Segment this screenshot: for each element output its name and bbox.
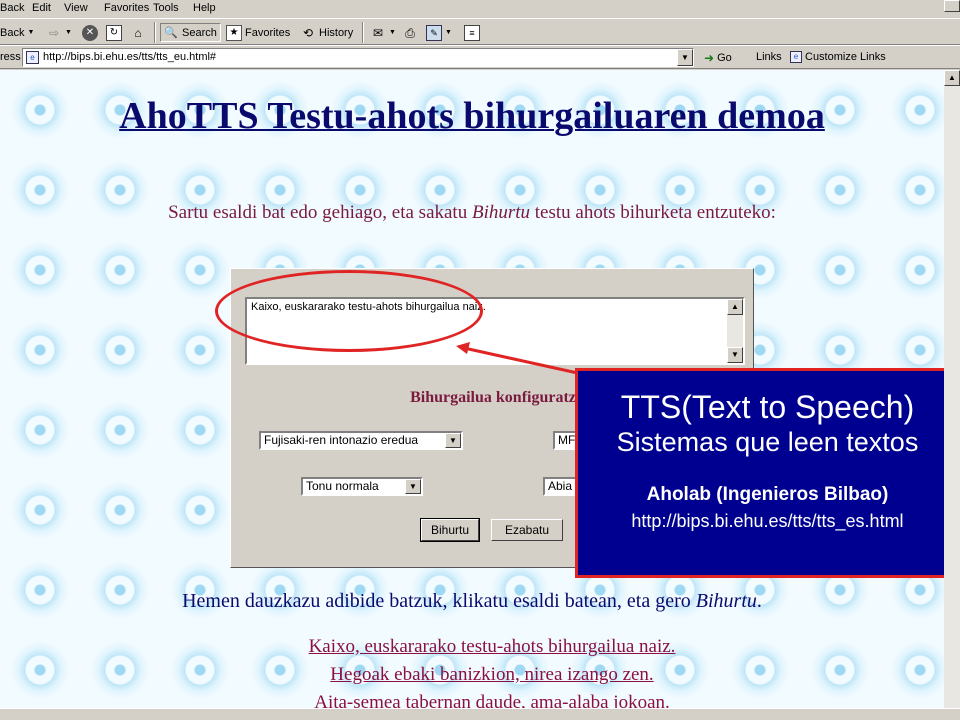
edit-page-icon: ✎: [426, 24, 442, 41]
examples-intro: Hemen dauzkazu adibide batzuk, klikatu e…: [0, 590, 944, 613]
status-bar: [0, 708, 960, 720]
search-label: Search: [182, 26, 217, 39]
back-label: Back: [0, 26, 25, 39]
discuss-button[interactable]: ≡: [464, 23, 480, 42]
back-button[interactable]: Back ▼: [0, 23, 34, 42]
history-button[interactable]: ⟲ History: [300, 23, 353, 42]
voice-select-value: MF: [558, 433, 576, 447]
examples-intro-emphasis: Bihurtu: [695, 590, 757, 612]
chevron-down-icon: ▼: [445, 29, 452, 36]
history-label: History: [319, 26, 354, 39]
examples-intro-post: .: [756, 590, 762, 612]
tone-select-value: Tonu normala: [306, 479, 379, 493]
link-page-icon: e: [790, 51, 802, 63]
discuss-icon: ≡: [464, 24, 480, 41]
toolbar-divider: [154, 22, 156, 43]
menu-favorites[interactable]: Favorites: [104, 2, 149, 14]
favorites-star-icon: ★: [226, 24, 242, 41]
menu-help[interactable]: Help: [193, 2, 216, 14]
address-bar: ress e http://bips.bi.ehu.es/tts/tts_eu.…: [0, 45, 960, 69]
menu-view[interactable]: View: [64, 2, 88, 14]
tone-select[interactable]: Tonu normala ▼: [301, 477, 423, 496]
toolbar-divider: [362, 22, 364, 43]
callout-organization: Aholab (Ingenieros Bilbao): [646, 484, 889, 505]
search-button[interactable]: 🔍 Search: [160, 23, 221, 42]
refresh-button[interactable]: ↻: [106, 23, 122, 42]
instruction-emphasis: Bihurtu: [471, 202, 531, 223]
menu-bar: Back Edit View Favorites Tools Help: [0, 0, 960, 18]
example-link[interactable]: Hegoak ebaki banizkion, nirea izango zen…: [0, 664, 944, 686]
examples-intro-pre: Hemen dauzkazu adibide batzuk, klikatu e…: [182, 590, 696, 612]
menu-edit[interactable]: Edit: [32, 2, 51, 14]
instruction-post: testu ahots bihurketa entzuteko:: [530, 202, 776, 223]
menu-back[interactable]: Back: [0, 2, 24, 14]
forward-arrow-icon: ⇨: [48, 25, 60, 40]
edit-button[interactable]: ✎ ▼: [426, 23, 452, 42]
chevron-down-icon: ▼: [65, 29, 72, 36]
customize-links-button[interactable]: e Customize Links: [790, 51, 886, 63]
mail-button[interactable]: ✉ ▼: [370, 23, 396, 42]
page-content: AhoTTS Testu-ahots bihurgailuaren demoa …: [0, 70, 944, 708]
chevron-down-icon: ▼: [27, 29, 35, 36]
address-dropdown-button[interactable]: ▼: [677, 49, 693, 66]
intonation-select-value: Fujisaki-ren intonazio eredua: [264, 433, 419, 447]
intonation-select[interactable]: Fujisaki-ren intonazio eredua ▼: [259, 431, 463, 450]
customize-links-label: Customize Links: [805, 51, 886, 63]
speed-select-value: Abia: [548, 479, 573, 493]
callout-subtitle: Sistemas que leen textos: [616, 427, 919, 457]
example-link[interactable]: Aita-semea tabernan daude, ama-alaba jok…: [0, 692, 944, 708]
textarea-scrollbar[interactable]: ▲ ▼: [727, 299, 743, 363]
chevron-down-icon: ▼: [389, 29, 396, 36]
address-input[interactable]: e http://bips.bi.ehu.es/tts/tts_eu.html#…: [22, 48, 694, 67]
window-restore-button[interactable]: [944, 0, 960, 12]
go-label: Go: [717, 52, 732, 64]
menu-tools[interactable]: Tools: [153, 2, 179, 14]
toolbar: Back ▼ ⇨ ▼ ✕ ↻ ⌂ 🔍 Search ★ Favorites ⟲ …: [0, 18, 960, 45]
instruction-text: Sartu esaldi bat edo gehiago, eta sakatu…: [0, 202, 944, 224]
highlight-ellipse: [215, 270, 483, 352]
links-button[interactable]: Links: [756, 51, 782, 63]
home-icon: ⌂: [134, 25, 142, 40]
go-arrow-icon: ➜: [704, 51, 715, 65]
scroll-up-icon[interactable]: ▲: [944, 70, 960, 86]
favorites-label: Favorites: [245, 26, 291, 39]
address-url: http://bips.bi.ehu.es/tts/tts_eu.html#: [43, 51, 217, 63]
stop-icon: ✕: [82, 24, 98, 41]
chevron-down-icon[interactable]: ▼: [445, 433, 461, 448]
history-icon: ⟲: [302, 25, 314, 40]
scroll-up-icon[interactable]: ▲: [727, 299, 743, 315]
page-title: AhoTTS Testu-ahots bihurgailuaren demoa: [119, 95, 825, 137]
print-icon: ⎙: [405, 25, 415, 40]
instruction-pre: Sartu esaldi bat edo gehiago, eta sakatu: [168, 202, 472, 223]
tts-callout-box: TTS(Text to Speech) Sistemas que leen te…: [575, 368, 944, 578]
favorites-button[interactable]: ★ Favorites: [226, 23, 290, 42]
address-label: ress: [0, 51, 21, 63]
refresh-icon: ↻: [106, 24, 122, 41]
forward-button[interactable]: ⇨ ▼: [46, 23, 72, 42]
stop-button[interactable]: ✕: [82, 23, 98, 42]
convert-button[interactable]: Bihurtu: [420, 518, 480, 542]
example-link[interactable]: Kaixo, euskararako testu-ahots bihurgail…: [0, 636, 944, 658]
go-button[interactable]: ➜ Go: [704, 51, 732, 65]
chevron-down-icon[interactable]: ▼: [405, 479, 421, 494]
clear-button[interactable]: Ezabatu: [491, 519, 563, 541]
highlight-arrow: [456, 342, 583, 376]
print-button[interactable]: ⎙: [402, 23, 418, 42]
page-icon: e: [26, 51, 39, 64]
callout-title: TTS(Text to Speech): [620, 389, 915, 425]
home-button[interactable]: ⌂: [130, 23, 146, 42]
search-icon: 🔍: [164, 26, 178, 39]
mail-icon: ✉: [372, 25, 384, 40]
page-scrollbar[interactable]: ▲: [944, 70, 960, 708]
callout-url: http://bips.bi.ehu.es/tts/tts_es.html: [631, 511, 904, 531]
scroll-down-icon[interactable]: ▼: [727, 347, 743, 363]
